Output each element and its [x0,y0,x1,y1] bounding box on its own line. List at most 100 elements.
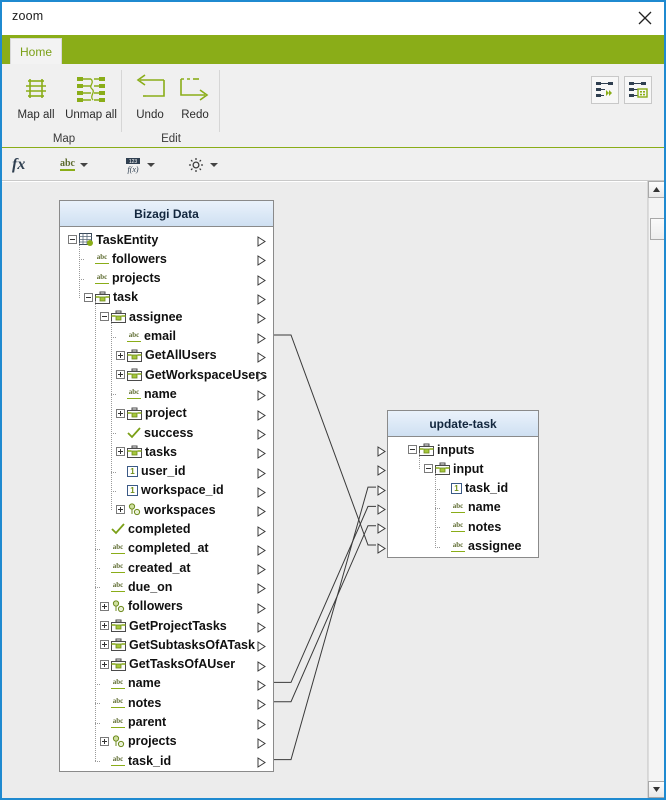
tree-row[interactable]: success [116,423,193,442]
tree-row[interactable]: abc email [116,327,176,346]
mapping-port[interactable] [257,485,266,498]
mapping-port[interactable] [257,350,266,363]
tab-home[interactable]: Home [10,38,62,65]
mapping-port[interactable] [257,292,266,305]
tree-row[interactable]: abc name [100,674,161,693]
mapping-port[interactable] [257,639,266,653]
close-icon[interactable] [630,4,660,32]
tree-row[interactable]: abc parent [100,713,166,732]
tree-row[interactable]: assignee [100,307,183,326]
mapping-port[interactable] [257,427,266,440]
connector-line[interactable] [273,334,376,546]
mapping-port[interactable] [377,463,386,477]
tree-row[interactable]: task [84,288,138,307]
mapping-port[interactable] [377,483,386,496]
tree-row[interactable]: 1 user_id [116,462,185,481]
tree-row[interactable]: GetAllUsers [116,346,217,365]
mapping-port[interactable] [257,408,266,421]
tree-row[interactable]: inputs [408,440,475,459]
number-transform-icon[interactable]: 123 f(x) [124,154,155,175]
mapping-port[interactable] [377,444,386,457]
mapping-port[interactable] [257,755,266,769]
tree-row[interactable]: GetSubtasksOfATask [100,635,255,654]
mapping-port[interactable] [257,331,266,344]
mapping-port[interactable] [257,543,266,556]
scrollbar-thumb[interactable] [650,218,664,240]
mapping-port[interactable] [257,581,266,595]
chevron-down-icon[interactable] [210,162,218,167]
tree-row[interactable]: abc completed_at [100,539,209,558]
tree-row[interactable]: abc notes [100,693,161,712]
tree-row[interactable]: abc name [116,384,177,403]
tree-row[interactable]: abc due_on [100,577,172,596]
mapping-port[interactable] [257,234,266,247]
tree-row[interactable]: 1 workspace_id [116,481,224,500]
collapse-toggle[interactable] [68,235,77,244]
expand-toggle[interactable] [100,640,109,650]
connector-line[interactable] [273,525,376,703]
chevron-down-icon[interactable] [147,162,155,167]
mapping-port[interactable] [377,502,386,515]
mapping-port[interactable] [257,253,266,267]
collapse-toggle[interactable] [408,445,417,454]
tree-row[interactable]: followers [100,597,183,616]
scroll-down-icon[interactable] [648,781,664,798]
expand-toggle[interactable] [116,370,125,380]
mapping-port[interactable] [257,678,266,691]
mapping-port[interactable] [257,717,266,730]
expand-toggle[interactable] [100,601,109,611]
tree-row[interactable]: GetProjectTasks [100,616,227,635]
expand-toggle[interactable] [116,408,125,418]
tree-row[interactable]: GetWorkspaceUsers [116,365,267,384]
string-transform-icon[interactable]: abc [60,154,88,175]
redo-button[interactable]: Redo [167,69,223,131]
connector-line[interactable] [273,505,376,683]
collapse-toggle[interactable] [84,292,93,302]
mapping-port[interactable] [257,562,266,576]
expand-toggle[interactable] [116,350,125,360]
mapping-port[interactable] [377,521,386,535]
tree-row[interactable]: input [424,459,484,478]
expand-toggle[interactable] [100,621,109,630]
expand-toggle[interactable] [100,659,109,669]
scroll-up-icon[interactable] [648,181,664,198]
tree-row[interactable]: workspaces [116,500,216,519]
tree-row[interactable]: TaskEntity [68,230,158,249]
settings-gear-icon[interactable] [187,154,218,175]
tree-row[interactable]: abc name [440,498,501,517]
mapping-port[interactable] [257,388,266,402]
tree-row[interactable]: abc created_at [100,558,191,577]
tree-row[interactable]: abc projects [84,269,161,288]
expand-toggle[interactable] [100,736,109,746]
tree-row[interactable]: abc followers [84,249,167,268]
function-icon[interactable]: fx [12,154,25,175]
mapping-canvas[interactable]: Bizagi Data TaskEntity abc followers abc pro… [2,181,664,798]
map-properties-icon[interactable] [624,76,652,104]
expand-toggle[interactable] [116,447,125,457]
mapping-port[interactable] [257,369,266,383]
chevron-down-icon[interactable] [80,162,88,167]
tree-row[interactable]: projects [100,732,177,751]
tree-row[interactable]: GetTasksOfAUser [100,655,235,674]
tree-row[interactable]: abc assignee [440,537,522,556]
tree-row[interactable]: 1 task_id [440,479,508,498]
collapse-toggle[interactable] [424,464,433,474]
mapping-port[interactable] [257,659,266,672]
mapping-port[interactable] [257,620,266,633]
vertical-scrollbar[interactable] [647,181,664,798]
mapping-port[interactable] [257,697,266,711]
mapping-port[interactable] [257,504,266,518]
map-all-button[interactable]: Map all [8,69,64,131]
unmap-all-button[interactable]: Unmap all [63,69,119,131]
mapping-port[interactable] [257,446,266,460]
mapping-port[interactable] [257,736,266,749]
mapping-port[interactable] [257,601,266,614]
mapping-port[interactable] [257,273,266,286]
tree-row[interactable]: completed [100,520,191,539]
tree-row[interactable]: tasks [116,442,177,461]
collapse-toggle[interactable] [100,312,109,322]
tree-row[interactable]: abc task_id [100,751,171,770]
auto-map-icon[interactable] [591,76,619,104]
mapping-port[interactable] [257,466,266,479]
mapping-port[interactable] [257,311,266,325]
